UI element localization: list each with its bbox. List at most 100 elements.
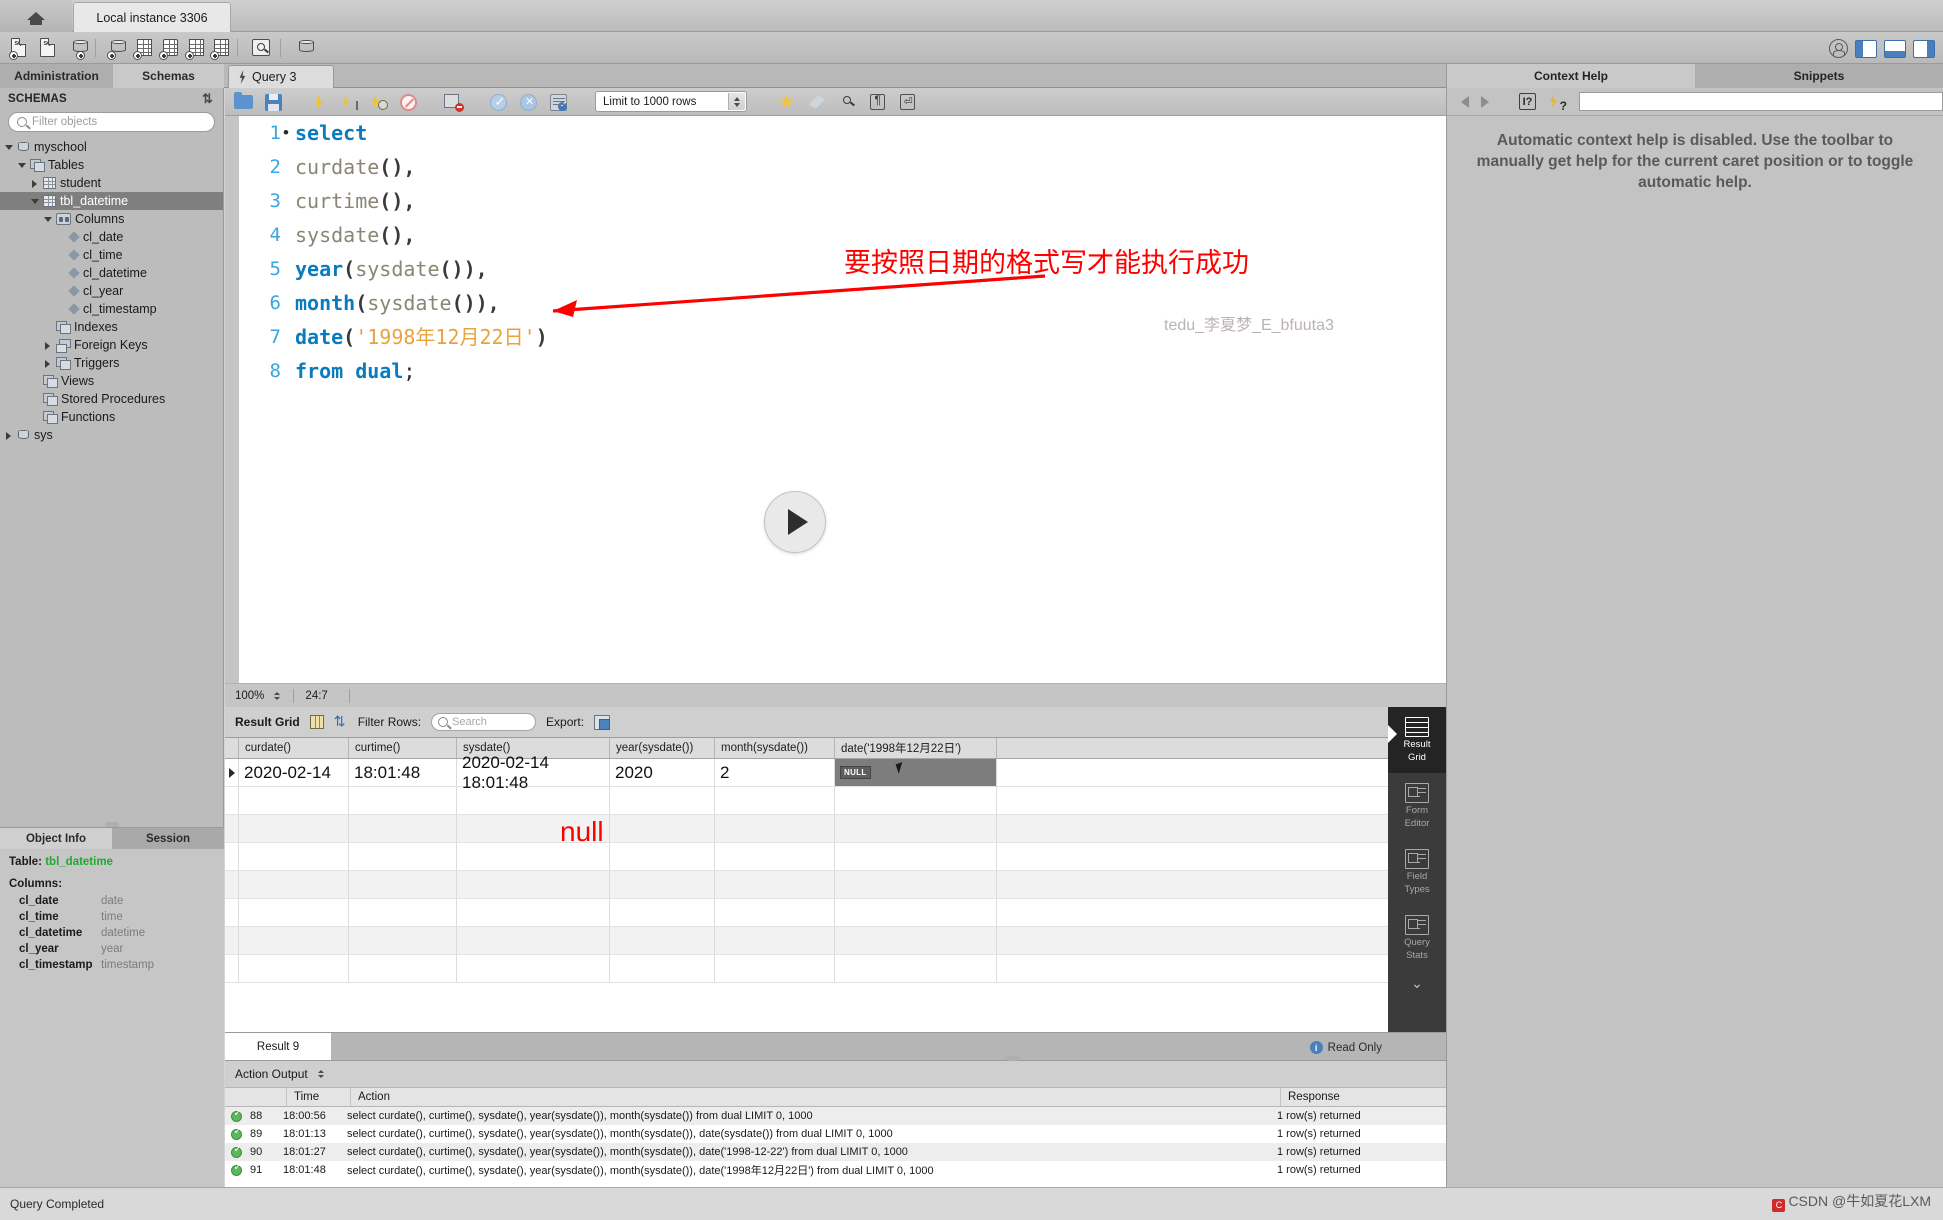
result-view-result-grid[interactable]: ResultGrid [1388,707,1446,773]
chevron-none-icon[interactable] [56,287,65,296]
execute-current-statement-icon[interactable] [338,92,359,112]
chevron-updown-icon[interactable] [316,1066,327,1082]
save-snippet-icon[interactable] [777,92,798,112]
zoom-stepper-icon[interactable] [271,688,282,704]
grid-cell[interactable]: NULL [835,759,997,786]
result-view-field-types[interactable]: FieldTypes [1388,839,1446,905]
grid-cell[interactable]: 2 [715,759,835,786]
tab-query-3[interactable]: Query 3 [228,65,334,88]
refresh-grid-icon[interactable]: ⇅ [334,715,348,729]
user-account-icon[interactable] [1829,39,1848,58]
result-view-query-stats[interactable]: QueryStats [1388,905,1446,971]
tree-item-views[interactable]: Views [0,372,223,390]
grid-column-header[interactable]: curdate() [239,738,349,758]
connection-info-icon[interactable] [70,38,92,59]
chevron-none-icon[interactable] [30,395,39,404]
tree-item-tables[interactable]: Tables [0,156,223,174]
chevron-none-icon[interactable] [56,305,65,314]
chevron-none-icon[interactable] [43,323,52,332]
tab-snippets[interactable]: Snippets [1695,64,1943,88]
new-schema-icon[interactable] [108,38,130,59]
export-icon[interactable] [594,715,610,730]
toggle-wordwrap-icon[interactable] [897,92,918,112]
new-table-icon[interactable] [134,38,156,59]
explain-query-icon[interactable] [368,92,389,112]
toggle-left-panel-icon[interactable] [1855,40,1877,58]
grid-column-header[interactable]: curtime() [349,738,457,758]
chevron-down-icon[interactable] [30,197,39,206]
code-editor[interactable]: 1•select2curdate(),3curtime(),4sysdate()… [225,116,1446,683]
chevron-right-icon[interactable] [43,341,52,350]
tab-object-info[interactable]: Object Info [0,828,112,849]
chevron-down-icon[interactable] [4,143,13,152]
tree-item-cl_year[interactable]: cl_year [0,282,223,300]
chevron-none-icon[interactable] [30,413,39,422]
new-function-icon[interactable] [211,38,233,59]
tree-item-sys[interactable]: sys [0,426,223,444]
new-view-icon[interactable] [160,38,182,59]
grid-view-icon[interactable] [310,715,324,729]
tree-item-foreign-keys[interactable]: Foreign Keys [0,336,223,354]
forward-arrow-icon[interactable] [1481,96,1489,108]
home-tab-button[interactable] [0,0,72,32]
reconnect-server-icon[interactable] [294,38,316,59]
tree-item-cl_time[interactable]: cl_time [0,246,223,264]
open-sql-script-icon[interactable]: SQL [39,38,61,59]
grid-cell[interactable]: 18:01:48 [349,759,457,786]
save-script-icon[interactable] [263,92,284,112]
toggle-invisible-chars-icon[interactable] [867,92,888,112]
chevron-none-icon[interactable] [56,251,65,260]
chevron-updown-icon[interactable] [728,93,745,110]
tab-session[interactable]: Session [112,828,224,849]
filter-objects-input[interactable]: Filter objects [8,112,215,132]
chevron-none-icon[interactable] [30,377,39,386]
tree-item-triggers[interactable]: Triggers [0,354,223,372]
panel-resize-handle[interactable] [105,822,119,827]
tree-item-columns[interactable]: Columns [0,210,223,228]
tree-item-student[interactable]: student [0,174,223,192]
tree-item-stored-procedures[interactable]: Stored Procedures [0,390,223,408]
stop-execution-icon[interactable] [398,92,419,112]
chevron-down-icon[interactable] [43,215,52,224]
tree-item-cl_timestamp[interactable]: cl_timestamp [0,300,223,318]
chevron-right-icon[interactable] [30,179,39,188]
search-icon[interactable] [250,38,272,59]
grid-column-header[interactable]: date('1998年12月22日') [835,738,997,758]
chevron-none-icon[interactable] [56,233,65,242]
back-arrow-icon[interactable] [1461,96,1469,108]
tree-item-functions[interactable]: Functions [0,408,223,426]
chevron-down-icon[interactable] [17,161,26,170]
beautify-query-icon[interactable] [807,92,828,112]
context-help-search-input[interactable] [1579,92,1943,111]
grid-cell[interactable]: 2020 [610,759,715,786]
toggle-stop-on-error-icon[interactable] [443,92,464,112]
grid-column-header[interactable]: month(sysdate()) [715,738,835,758]
commit-icon[interactable] [488,92,509,112]
result-grid-table[interactable]: curdate()curtime()sysdate()year(sysdate(… [225,737,1388,1032]
tree-item-cl_date[interactable]: cl_date [0,228,223,246]
tree-item-tbl_datetime[interactable]: tbl_datetime [0,192,223,210]
auto-help-toggle-icon[interactable] [1548,93,1567,111]
expand-more-icon[interactable]: ⌄ [1388,971,1446,995]
rollback-icon[interactable] [518,92,539,112]
action-output-header[interactable]: Time [287,1088,351,1106]
play-overlay-button[interactable] [764,491,826,553]
tab-administration[interactable]: Administration [0,64,113,88]
chevron-none-icon[interactable] [56,269,65,278]
tab-result-9[interactable]: Result 9 [225,1033,331,1060]
grid-cell[interactable]: 2020-02-14 [239,759,349,786]
new-procedure-icon[interactable] [186,38,208,59]
instance-tab[interactable]: Local instance 3306 [73,2,231,32]
grid-cell[interactable]: 2020-02-14 18:01:48 [457,759,610,786]
refresh-icon[interactable]: ⇅ [202,93,215,105]
tree-item-cl_datetime[interactable]: cl_datetime [0,264,223,282]
panel-resize-handle[interactable] [1006,1056,1020,1061]
action-output-header[interactable]: Action [351,1088,1281,1106]
chevron-right-icon[interactable] [4,431,13,440]
open-script-icon[interactable] [233,92,254,112]
result-search-input[interactable]: Search [431,713,536,731]
tree-item-indexes[interactable]: Indexes [0,318,223,336]
grid-column-header[interactable]: year(sysdate()) [610,738,715,758]
grid-row[interactable]: 2020-02-1418:01:482020-02-14 18:01:48202… [225,759,1388,787]
result-view-form-editor[interactable]: FormEditor [1388,773,1446,839]
